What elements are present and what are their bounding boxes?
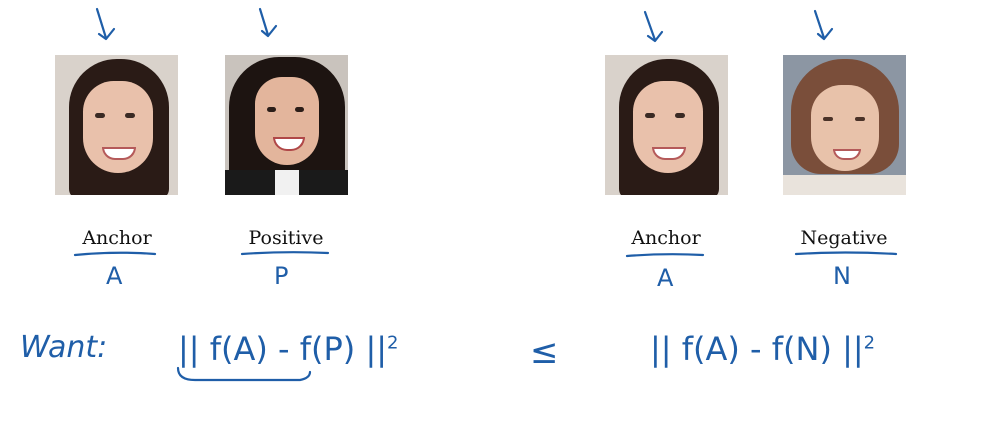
rhs-text: || f(A) - f(N) || xyxy=(650,330,864,368)
label-underline xyxy=(794,251,898,256)
letter-p: P xyxy=(274,262,289,290)
arrow-down-icon xyxy=(95,7,116,41)
lhs-exponent: 2 xyxy=(387,332,399,354)
letter-a-2: A xyxy=(657,264,674,292)
negative-photo xyxy=(783,55,906,195)
panel-label-anchor-2: Anchor xyxy=(631,227,701,249)
panel-label-anchor: Anchor xyxy=(82,227,152,249)
anchor-photo-2 xyxy=(605,55,728,195)
letter-a: A xyxy=(106,262,123,290)
lhs-expression: || f(A) - f(P) ||2 xyxy=(178,330,398,368)
rhs-exponent: 2 xyxy=(863,332,876,354)
lhs-underbrace xyxy=(176,366,312,382)
panel-label-positive: Positive xyxy=(248,227,324,249)
arrow-down-icon xyxy=(258,7,278,38)
want-text: Want: xyxy=(20,330,108,365)
letter-n: N xyxy=(833,262,851,290)
label-underline xyxy=(240,251,330,256)
anchor-photo xyxy=(55,55,178,195)
label-underline xyxy=(73,251,157,257)
relation-symbol: ≤ xyxy=(530,332,559,372)
positive-photo xyxy=(225,55,348,195)
panel-label-negative: Negative xyxy=(800,227,888,249)
label-underline xyxy=(625,253,705,258)
lhs-text: || f(A) - f(P) || xyxy=(178,330,388,368)
arrow-down-icon xyxy=(813,9,834,41)
rhs-expression: || f(A) - f(N) ||2 xyxy=(650,330,875,368)
arrow-down-icon xyxy=(643,10,664,43)
